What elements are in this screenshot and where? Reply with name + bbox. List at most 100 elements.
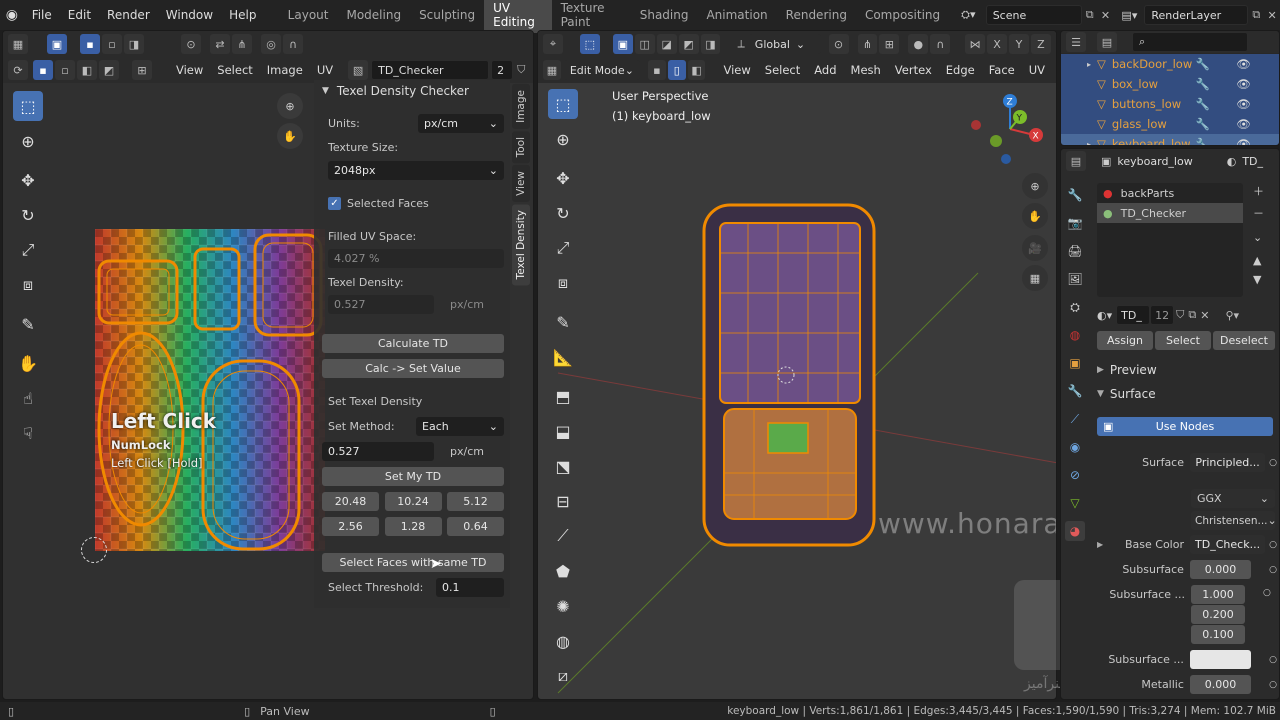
view-layer-selector[interactable]: RenderLayer bbox=[1144, 5, 1249, 25]
rotate-tool-icon[interactable]: ↻ bbox=[548, 198, 578, 228]
units-dropdown[interactable]: px/cm ⌄ bbox=[418, 114, 504, 133]
tab-image[interactable]: Image bbox=[512, 84, 530, 129]
tab-view[interactable]: View bbox=[512, 165, 530, 203]
modifier-tab-icon[interactable]: 🔧 bbox=[1065, 381, 1085, 401]
measure-tool-icon[interactable]: 📐 bbox=[548, 342, 578, 372]
zoom-view-icon[interactable]: ⊕ bbox=[277, 93, 303, 119]
outliner-item[interactable]: ▽ buttons_low 🔧 👁 bbox=[1061, 94, 1279, 114]
tab-texture-paint[interactable]: Texture Paint bbox=[552, 0, 631, 33]
select-mode-extend-icon[interactable]: ◫ bbox=[634, 34, 655, 54]
camera-view-icon[interactable]: 🎥 bbox=[1022, 235, 1048, 261]
pan-view-icon[interactable]: ✋ bbox=[277, 123, 303, 149]
visibility-icon[interactable]: 👁 bbox=[1236, 77, 1251, 91]
link-socket-icon[interactable]: ○ bbox=[1269, 680, 1277, 690]
deselect-button[interactable]: Deselect bbox=[1213, 331, 1275, 350]
zoom-view-icon[interactable]: ⊕ bbox=[1022, 173, 1048, 199]
inset-tool-icon[interactable]: ⬓ bbox=[548, 416, 578, 446]
menu-help[interactable]: Help bbox=[221, 8, 264, 22]
pivot-icon[interactable]: ⊙ bbox=[828, 34, 849, 54]
select-button[interactable]: Select bbox=[1155, 331, 1211, 350]
outliner-item[interactable]: ▽ box_low 🔧 👁 bbox=[1061, 74, 1279, 94]
mirror-x-button[interactable]: X bbox=[987, 34, 1008, 54]
data-tab-icon[interactable]: ▽ bbox=[1065, 493, 1085, 513]
link-socket-icon[interactable]: ○ bbox=[1269, 540, 1277, 550]
remove-slot-icon[interactable]: － bbox=[1253, 205, 1273, 221]
pinch-tool-icon[interactable]: ☟ bbox=[13, 418, 43, 448]
rotate-tool-icon[interactable]: ↻ bbox=[13, 200, 43, 230]
preset-button[interactable]: 1.28 bbox=[384, 517, 442, 536]
sticky-icon[interactable]: ⊞ bbox=[132, 60, 152, 80]
uv-island-icon[interactable]: ◩ bbox=[99, 60, 119, 80]
bevel-tool-icon[interactable]: ⬔ bbox=[548, 451, 578, 481]
distribution-dropdown[interactable]: GGX ⌄ bbox=[1191, 489, 1275, 508]
threshold-input[interactable]: 0.1 bbox=[436, 578, 504, 597]
editor-type-icon[interactable]: ▦ bbox=[8, 34, 28, 54]
visibility-icon[interactable]: 👁 bbox=[1236, 97, 1251, 111]
link-socket-icon[interactable]: ○ bbox=[1269, 565, 1277, 575]
vp-menu-edge[interactable]: Edge bbox=[939, 63, 982, 77]
subsurface-radius-z[interactable]: 0.100 bbox=[1191, 625, 1245, 644]
select-tool-icon[interactable]: ⬚ bbox=[579, 34, 600, 54]
visibility-icon[interactable]: 👁 bbox=[1236, 57, 1251, 71]
fake-user-icon[interactable]: ⛉ bbox=[517, 63, 525, 77]
calculate-td-button[interactable]: Calculate TD bbox=[322, 334, 504, 353]
tab-texel-density[interactable]: Texel Density bbox=[512, 204, 530, 286]
subsurface-radius-x[interactable]: 1.000 bbox=[1191, 585, 1245, 604]
proportional-icon[interactable]: ● bbox=[908, 34, 929, 54]
base-color-field[interactable]: TD_Check... bbox=[1190, 535, 1266, 554]
add-slot-icon[interactable]: ＋ bbox=[1253, 183, 1273, 199]
visibility-icon[interactable]: 👁 bbox=[1236, 137, 1251, 145]
render-tab-icon[interactable]: 📷 bbox=[1065, 213, 1085, 233]
select-tool-icon[interactable]: ▣ bbox=[47, 34, 67, 54]
mirror-y-button[interactable]: Y bbox=[1009, 34, 1029, 54]
material-slot-active[interactable]: ● TD_Checker bbox=[1097, 203, 1243, 223]
scale-tool-icon[interactable]: ⤢ bbox=[13, 235, 43, 265]
mode-dropdown[interactable]: Edit Mode ⌄ bbox=[563, 60, 640, 80]
vp-menu-vertex[interactable]: Vertex bbox=[888, 63, 939, 77]
unlink-icon[interactable]: ✕ bbox=[1200, 309, 1209, 322]
link-socket-icon[interactable]: ○ bbox=[1269, 458, 1277, 468]
orientation-dropdown[interactable]: Global ⌄ bbox=[748, 34, 821, 54]
vp-menu-select[interactable]: Select bbox=[758, 63, 807, 77]
uv-face-icon[interactable]: ◧ bbox=[77, 60, 97, 80]
vertex-select-icon[interactable]: ▪ bbox=[80, 34, 100, 54]
pivot-icon[interactable]: ⊙ bbox=[181, 34, 201, 54]
image-name-field[interactable]: TD_Checker bbox=[371, 60, 490, 80]
physics-tab-icon[interactable]: ◉ bbox=[1065, 437, 1085, 457]
tab-modeling[interactable]: Modeling bbox=[337, 4, 410, 26]
falloff-icon[interactable]: ∩ bbox=[930, 34, 951, 54]
object-tab-icon[interactable]: ▣ bbox=[1065, 353, 1085, 373]
proportional-icon[interactable]: ◎ bbox=[261, 34, 281, 54]
link-socket-icon[interactable]: ○ bbox=[1263, 588, 1271, 598]
edge-mode-icon[interactable]: ▯ bbox=[667, 60, 686, 80]
uv-menu-select[interactable]: Select bbox=[210, 63, 259, 77]
move-tool-icon[interactable]: ✥ bbox=[548, 163, 578, 193]
calc-set-value-button[interactable]: Calc -> Set Value bbox=[322, 359, 504, 378]
select-faces-same-td-button[interactable]: Select Faces with same TD bbox=[322, 553, 504, 572]
link-socket-icon[interactable]: ○ bbox=[1269, 655, 1277, 665]
blender-logo-icon[interactable]: ◉ bbox=[0, 7, 24, 23]
relax-tool-icon[interactable]: ☝ bbox=[13, 383, 43, 413]
mirror-icon[interactable]: ⋈ bbox=[965, 34, 986, 54]
set-method-dropdown[interactable]: Each ⌄ bbox=[416, 417, 504, 436]
snap-icon[interactable]: ⋔ bbox=[857, 34, 878, 54]
scene-tab-icon[interactable]: ⛭ bbox=[1065, 297, 1085, 317]
menu-render[interactable]: Render bbox=[99, 8, 158, 22]
preset-button[interactable]: 5.12 bbox=[447, 492, 504, 511]
vp-menu-add[interactable]: Add bbox=[807, 63, 843, 77]
uv-menu-view[interactable]: View bbox=[169, 63, 210, 77]
outliner-search-input[interactable]: ⌕ bbox=[1132, 32, 1248, 52]
link-icon[interactable]: ⚲▾ bbox=[1225, 309, 1239, 322]
smooth-tool-icon[interactable]: ◍ bbox=[548, 626, 578, 656]
vertex-mode-icon[interactable]: ▪ bbox=[647, 60, 666, 80]
selected-faces-checkbox[interactable]: ✓ bbox=[328, 197, 341, 210]
uv-edge-icon[interactable]: ▫ bbox=[55, 60, 75, 80]
output-tab-icon[interactable]: 🖨 bbox=[1065, 241, 1085, 261]
material-name-field[interactable]: TD_ bbox=[1116, 305, 1151, 325]
loop-cut-tool-icon[interactable]: ⊟ bbox=[548, 486, 578, 516]
visibility-icon[interactable]: 👁 bbox=[1236, 117, 1251, 131]
menu-file[interactable]: File bbox=[24, 8, 60, 22]
move-down-icon[interactable]: ▼ bbox=[1253, 273, 1273, 286]
tab-rendering[interactable]: Rendering bbox=[777, 4, 856, 26]
material-tab-icon[interactable]: ◕ bbox=[1065, 521, 1085, 541]
